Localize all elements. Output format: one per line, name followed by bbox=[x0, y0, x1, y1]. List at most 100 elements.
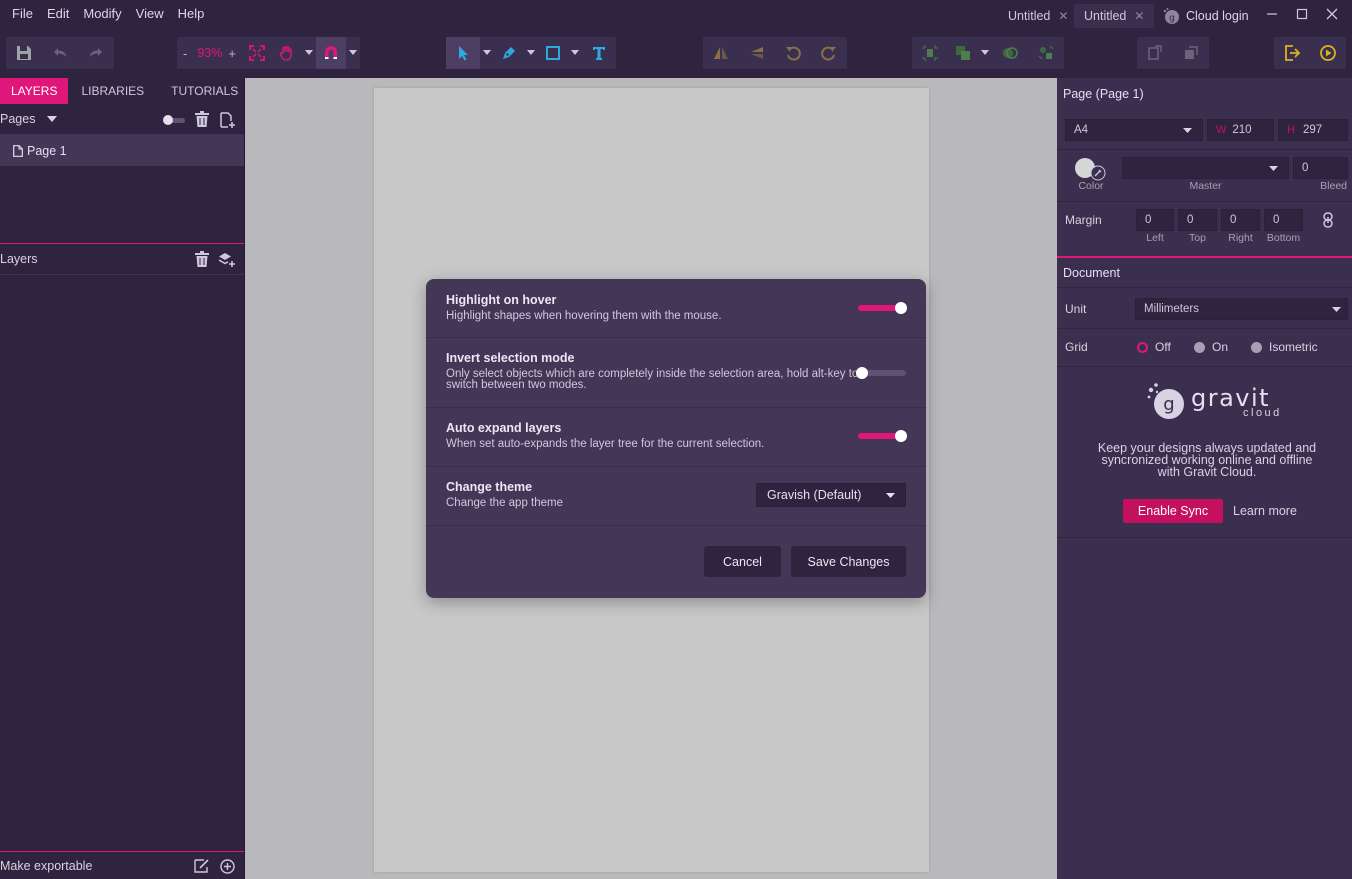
margin-right-field[interactable]: 0 bbox=[1221, 209, 1260, 231]
height-label: H bbox=[1287, 124, 1295, 136]
fit-to-screen-button[interactable] bbox=[242, 37, 272, 69]
setting-row-highlight: Highlight on hover Highlight shapes when… bbox=[426, 279, 926, 338]
save-changes-button[interactable]: Save Changes bbox=[791, 546, 906, 577]
export-slice-icon bbox=[194, 859, 209, 873]
maximize-button[interactable] bbox=[1290, 4, 1314, 24]
snap-button[interactable] bbox=[315, 37, 346, 69]
close-tab-icon[interactable]: ✕ bbox=[1134, 9, 1144, 23]
share-button[interactable] bbox=[1173, 37, 1209, 69]
caret-down-icon bbox=[304, 50, 313, 55]
magnet-icon bbox=[324, 46, 337, 59]
menu-help[interactable]: Help bbox=[171, 0, 212, 28]
add-layer-button[interactable] bbox=[218, 251, 236, 269]
text-tool-button[interactable] bbox=[582, 37, 616, 69]
grid-option-off[interactable]: Off bbox=[1137, 340, 1171, 354]
margin-left-field[interactable]: 0 bbox=[1136, 209, 1174, 231]
highlight-hover-toggle[interactable] bbox=[856, 301, 908, 315]
group-button[interactable] bbox=[1028, 37, 1064, 69]
minimize-button[interactable] bbox=[1260, 4, 1284, 24]
hand-tool-button[interactable] bbox=[272, 37, 302, 69]
learn-more-link[interactable]: Learn more bbox=[1233, 499, 1297, 523]
caret-down-icon bbox=[981, 50, 989, 55]
close-tab-icon[interactable]: ✕ bbox=[1058, 9, 1068, 23]
tab-layers[interactable]: LAYERS bbox=[0, 78, 69, 104]
zoom-level[interactable]: 93% bbox=[193, 46, 226, 60]
tab-libraries[interactable]: LIBRARIES bbox=[68, 78, 155, 104]
view-tools-group: - 93% + bbox=[177, 37, 360, 69]
gravit-logo-icon: g bbox=[1145, 382, 1187, 422]
rotate-right-button[interactable] bbox=[811, 37, 847, 69]
page-height-field[interactable]: H 297 bbox=[1278, 119, 1348, 141]
rotate-left-button[interactable] bbox=[775, 37, 811, 69]
pages-toggle[interactable] bbox=[162, 114, 186, 126]
master-label: Master bbox=[1189, 180, 1222, 192]
pages-list: Page 1 bbox=[0, 135, 244, 244]
add-export-button[interactable] bbox=[219, 858, 235, 874]
invert-selection-toggle[interactable] bbox=[856, 366, 908, 380]
pen-tool-button[interactable] bbox=[494, 37, 524, 69]
rectangle-tool-button[interactable] bbox=[538, 37, 568, 69]
delete-layer-button[interactable] bbox=[194, 251, 210, 267]
cloud-login-button[interactable]: g Cloud login bbox=[1162, 4, 1249, 28]
pen-icon bbox=[503, 47, 515, 59]
unit-select[interactable]: Millimeters bbox=[1135, 298, 1348, 320]
pen-tool-dropdown[interactable] bbox=[524, 37, 538, 69]
margin-left-value: 0 bbox=[1145, 214, 1152, 226]
undo-button[interactable] bbox=[42, 37, 78, 69]
theme-select[interactable]: Gravish (Default) bbox=[756, 483, 906, 507]
export-button[interactable] bbox=[1274, 37, 1310, 69]
arrange-dropdown[interactable] bbox=[978, 37, 992, 69]
snap-dropdown[interactable] bbox=[346, 37, 360, 69]
tab-tutorials[interactable]: TUTORIALS bbox=[155, 78, 249, 104]
master-page-select[interactable] bbox=[1122, 157, 1289, 179]
page-list-item[interactable]: Page 1 bbox=[0, 135, 244, 166]
menu-edit[interactable]: Edit bbox=[40, 0, 76, 28]
close-window-button[interactable] bbox=[1320, 4, 1344, 24]
margin-bottom-value: 0 bbox=[1273, 214, 1280, 226]
pages-dropdown-icon[interactable] bbox=[47, 116, 58, 122]
enable-sync-button[interactable]: Enable Sync bbox=[1123, 499, 1223, 523]
grid-option-label: On bbox=[1212, 340, 1229, 354]
make-exportable-label[interactable]: Make exportable bbox=[0, 859, 92, 873]
zoom-in-button[interactable]: + bbox=[226, 46, 242, 61]
cancel-button[interactable]: Cancel bbox=[704, 546, 781, 577]
add-page-button[interactable] bbox=[219, 111, 237, 129]
flip-vertical-icon bbox=[751, 47, 763, 59]
page-size-select[interactable]: A4 bbox=[1065, 119, 1203, 141]
grid-option-on[interactable]: On bbox=[1194, 340, 1228, 354]
add-layer-icon bbox=[218, 253, 235, 267]
delete-page-button[interactable] bbox=[194, 111, 210, 127]
margin-bottom-field[interactable]: 0 bbox=[1264, 209, 1303, 231]
page-properties-header: Page (Page 1) bbox=[1057, 78, 1352, 109]
document-tab[interactable]: Untitled ✕ bbox=[998, 4, 1078, 28]
flip-vertical-button[interactable] bbox=[739, 37, 775, 69]
boolean-button[interactable] bbox=[992, 37, 1028, 69]
radio-icon bbox=[1251, 341, 1262, 353]
auto-expand-toggle[interactable] bbox=[856, 429, 908, 443]
zoom-out-button[interactable]: - bbox=[177, 46, 193, 61]
page-width-field[interactable]: W 210 bbox=[1207, 119, 1274, 141]
menu-modify[interactable]: Modify bbox=[76, 0, 128, 28]
pointer-tool-dropdown[interactable] bbox=[480, 37, 494, 69]
setting-description: Highlight shapes when hovering them with… bbox=[446, 310, 722, 322]
export-settings-button[interactable] bbox=[194, 858, 210, 874]
pointer-tool-button[interactable] bbox=[446, 37, 480, 69]
redo-button[interactable] bbox=[78, 37, 114, 69]
arrange-button[interactable] bbox=[948, 37, 978, 69]
grid-option-isometric[interactable]: Isometric bbox=[1251, 340, 1318, 354]
chain-link-icon bbox=[1323, 212, 1333, 228]
hand-tool-dropdown[interactable] bbox=[302, 37, 316, 69]
document-tab-active[interactable]: Untitled ✕ bbox=[1074, 4, 1155, 28]
save-button[interactable] bbox=[6, 37, 42, 69]
menu-file[interactable]: File bbox=[0, 0, 40, 28]
menu-view[interactable]: View bbox=[129, 0, 171, 28]
bleed-field[interactable]: 0 bbox=[1293, 157, 1348, 179]
transform-tools-group bbox=[703, 37, 847, 69]
margin-top-field[interactable]: 0 bbox=[1178, 209, 1217, 231]
align-button[interactable] bbox=[912, 37, 948, 69]
rectangle-tool-dropdown[interactable] bbox=[568, 37, 582, 69]
link-margins-button[interactable] bbox=[1321, 211, 1335, 229]
flip-horizontal-button[interactable] bbox=[703, 37, 739, 69]
present-button[interactable] bbox=[1310, 37, 1346, 69]
export-page-button[interactable] bbox=[1137, 37, 1173, 69]
